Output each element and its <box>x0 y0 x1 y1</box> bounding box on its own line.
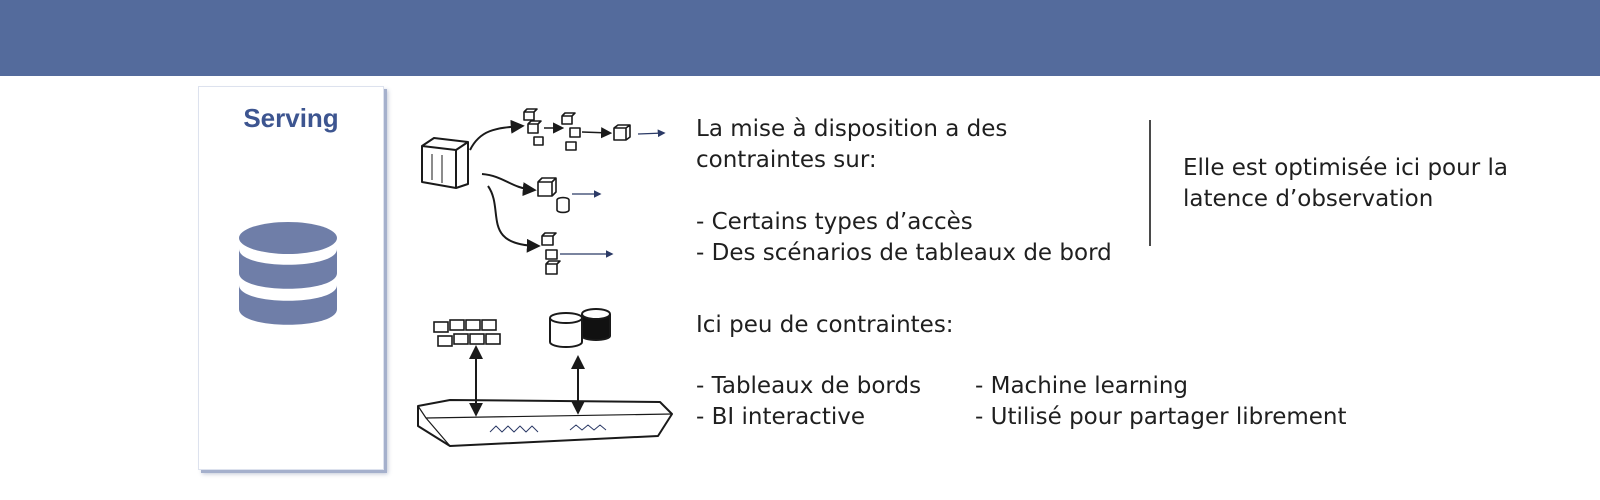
serving-constraint-item-1: - Certains types d’accès <box>696 209 973 235</box>
serving-intro-line1: La mise à disposition a des <box>696 116 1008 142</box>
optimization-note-line1: Elle est optimisée ici pour la <box>1183 155 1508 181</box>
header-bar <box>0 0 1600 76</box>
serving-intro-line2: contraintes sur: <box>696 147 877 173</box>
low-constraint-right-2: - Utilisé pour partager librement <box>975 404 1347 430</box>
database-icon <box>239 222 337 325</box>
low-constraint-left-2: - BI interactive <box>696 404 865 430</box>
optimization-note-line2: latence d’observation <box>1183 186 1434 212</box>
low-constraints-intro: Ici peu de contraintes: <box>696 312 954 338</box>
vertical-divider <box>1149 120 1151 246</box>
serving-card: Serving <box>198 86 384 470</box>
serving-constraint-item-2: - Des scénarios de tableaux de bord <box>696 240 1112 266</box>
low-constraint-left-1: - Tableaux de bords <box>696 373 922 399</box>
serving-title: Serving <box>243 103 339 133</box>
pipeline-sketch-icon <box>417 108 673 447</box>
low-constraint-right-1: - Machine learning <box>975 373 1189 399</box>
